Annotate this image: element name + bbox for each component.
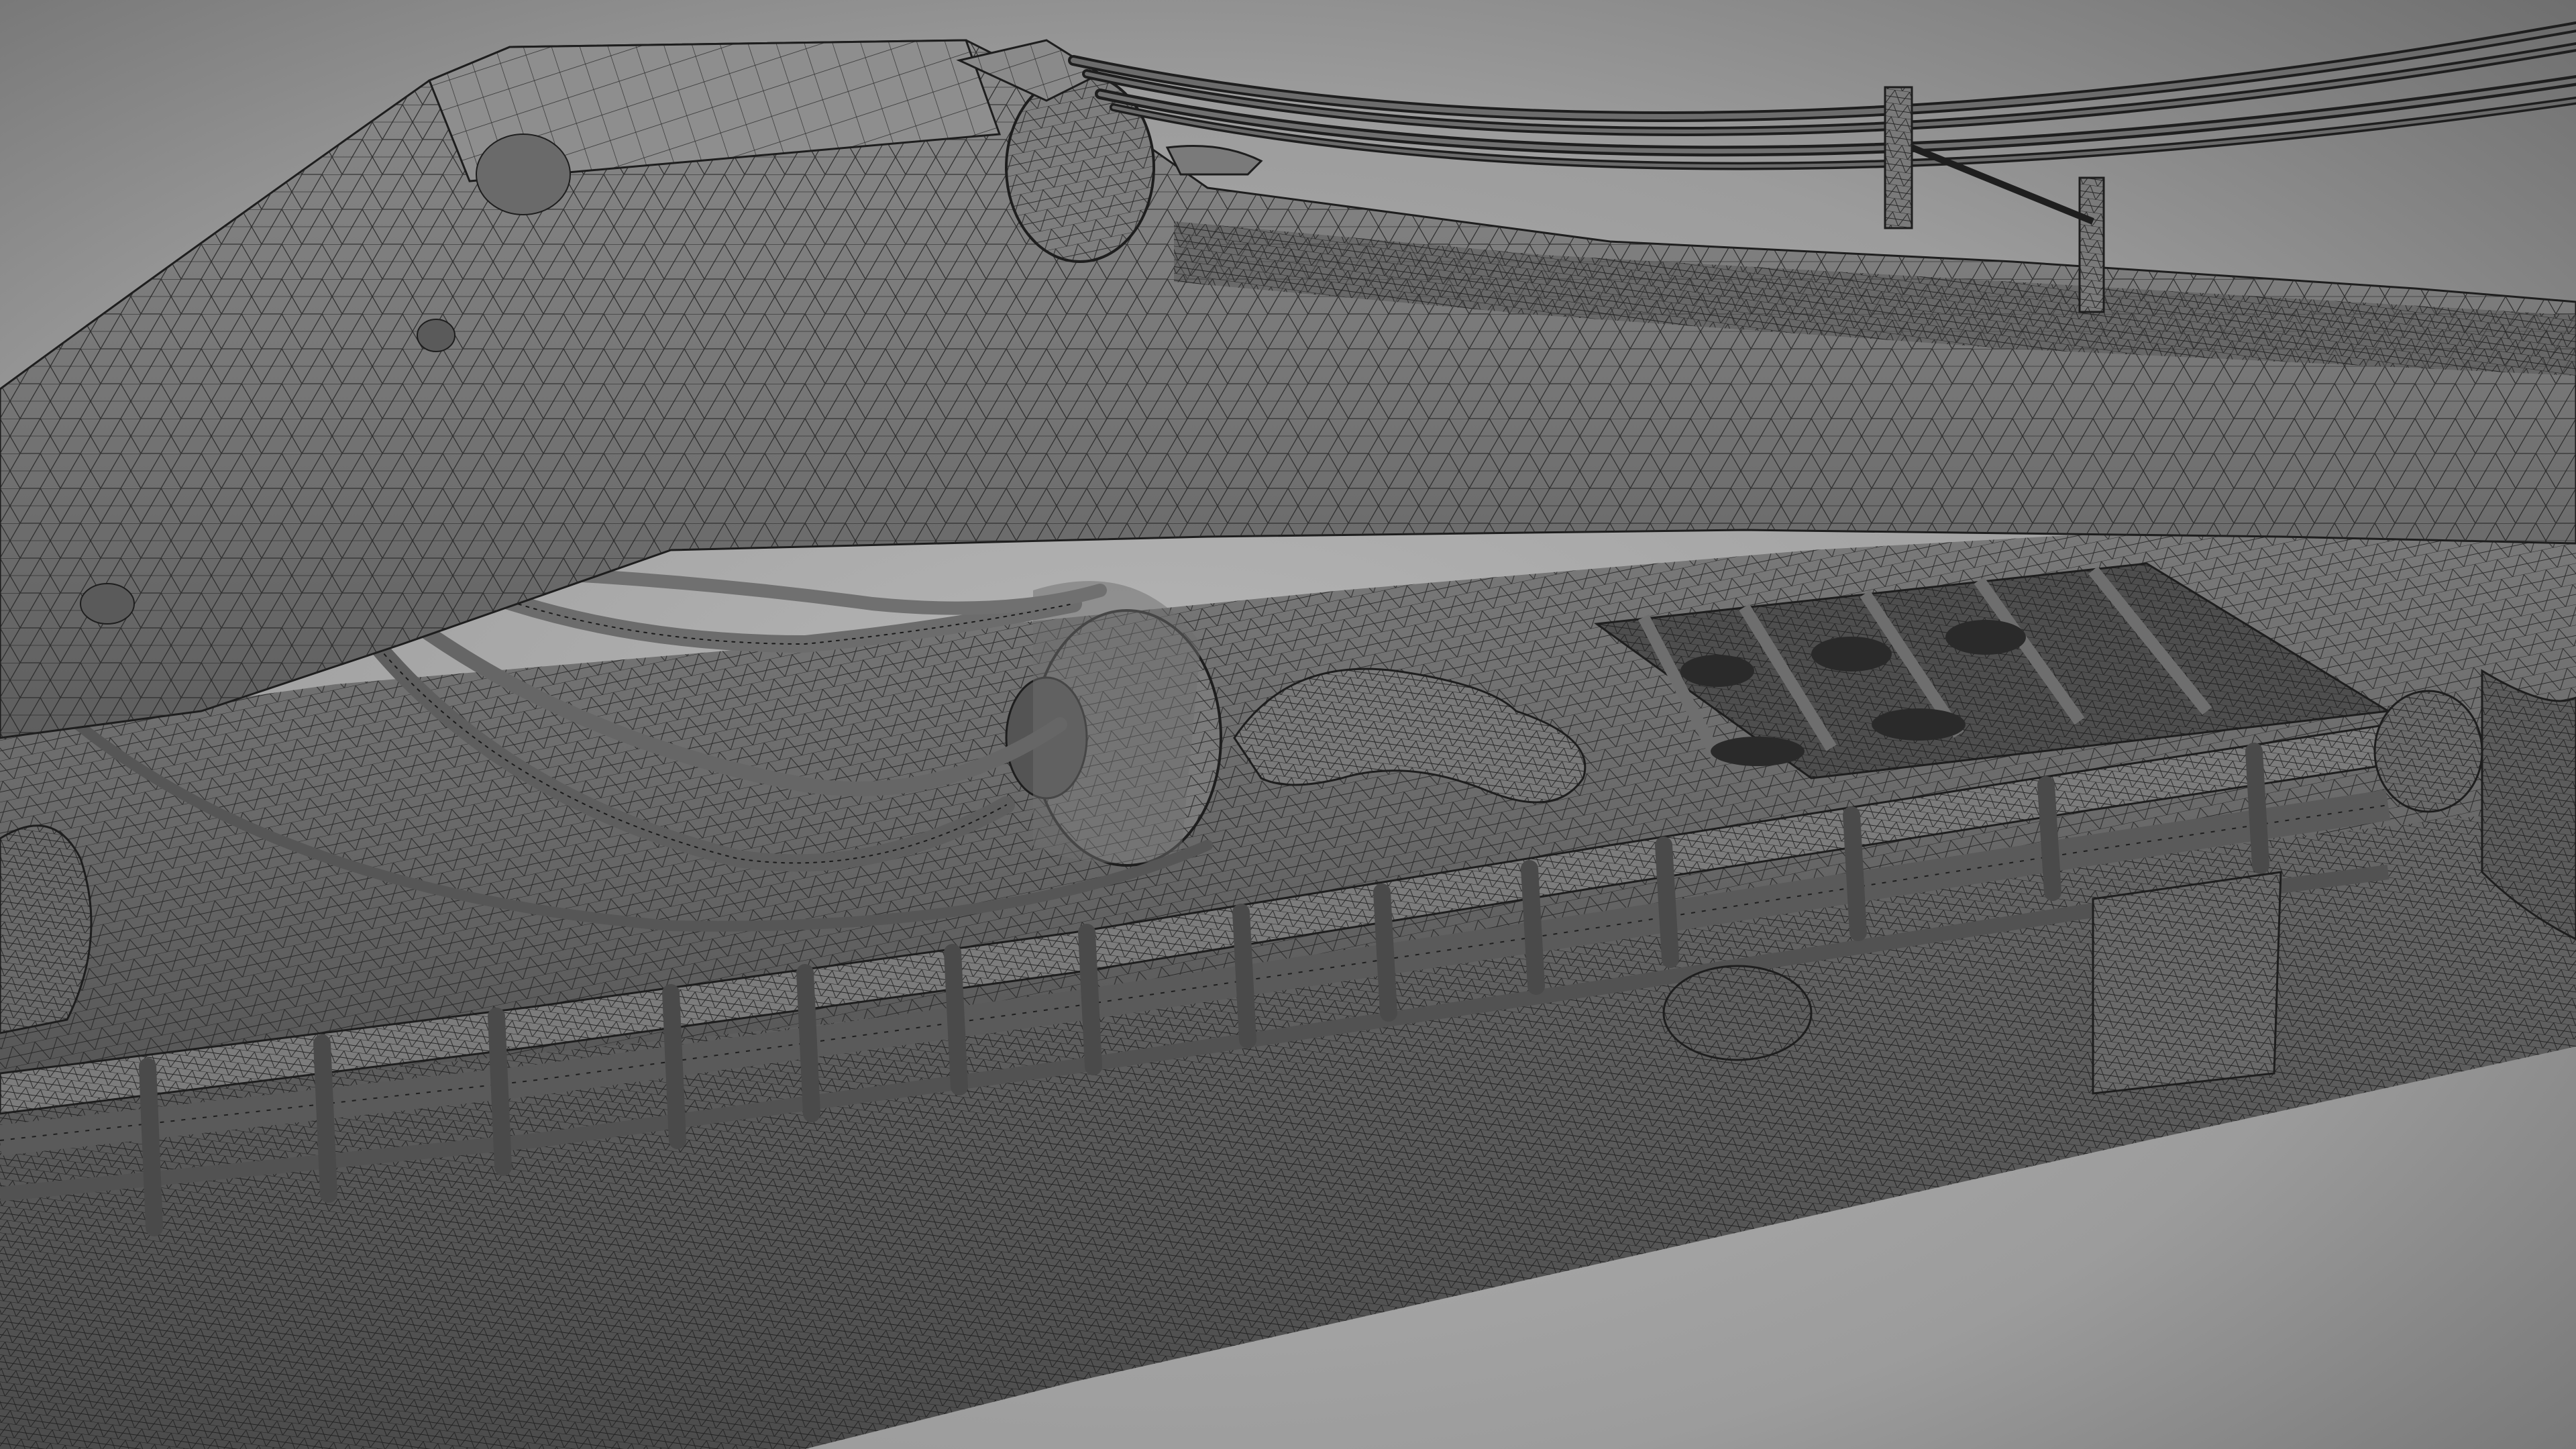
- 3d-viewport[interactable]: [0, 0, 2576, 1449]
- mesh-render: [0, 0, 2576, 1449]
